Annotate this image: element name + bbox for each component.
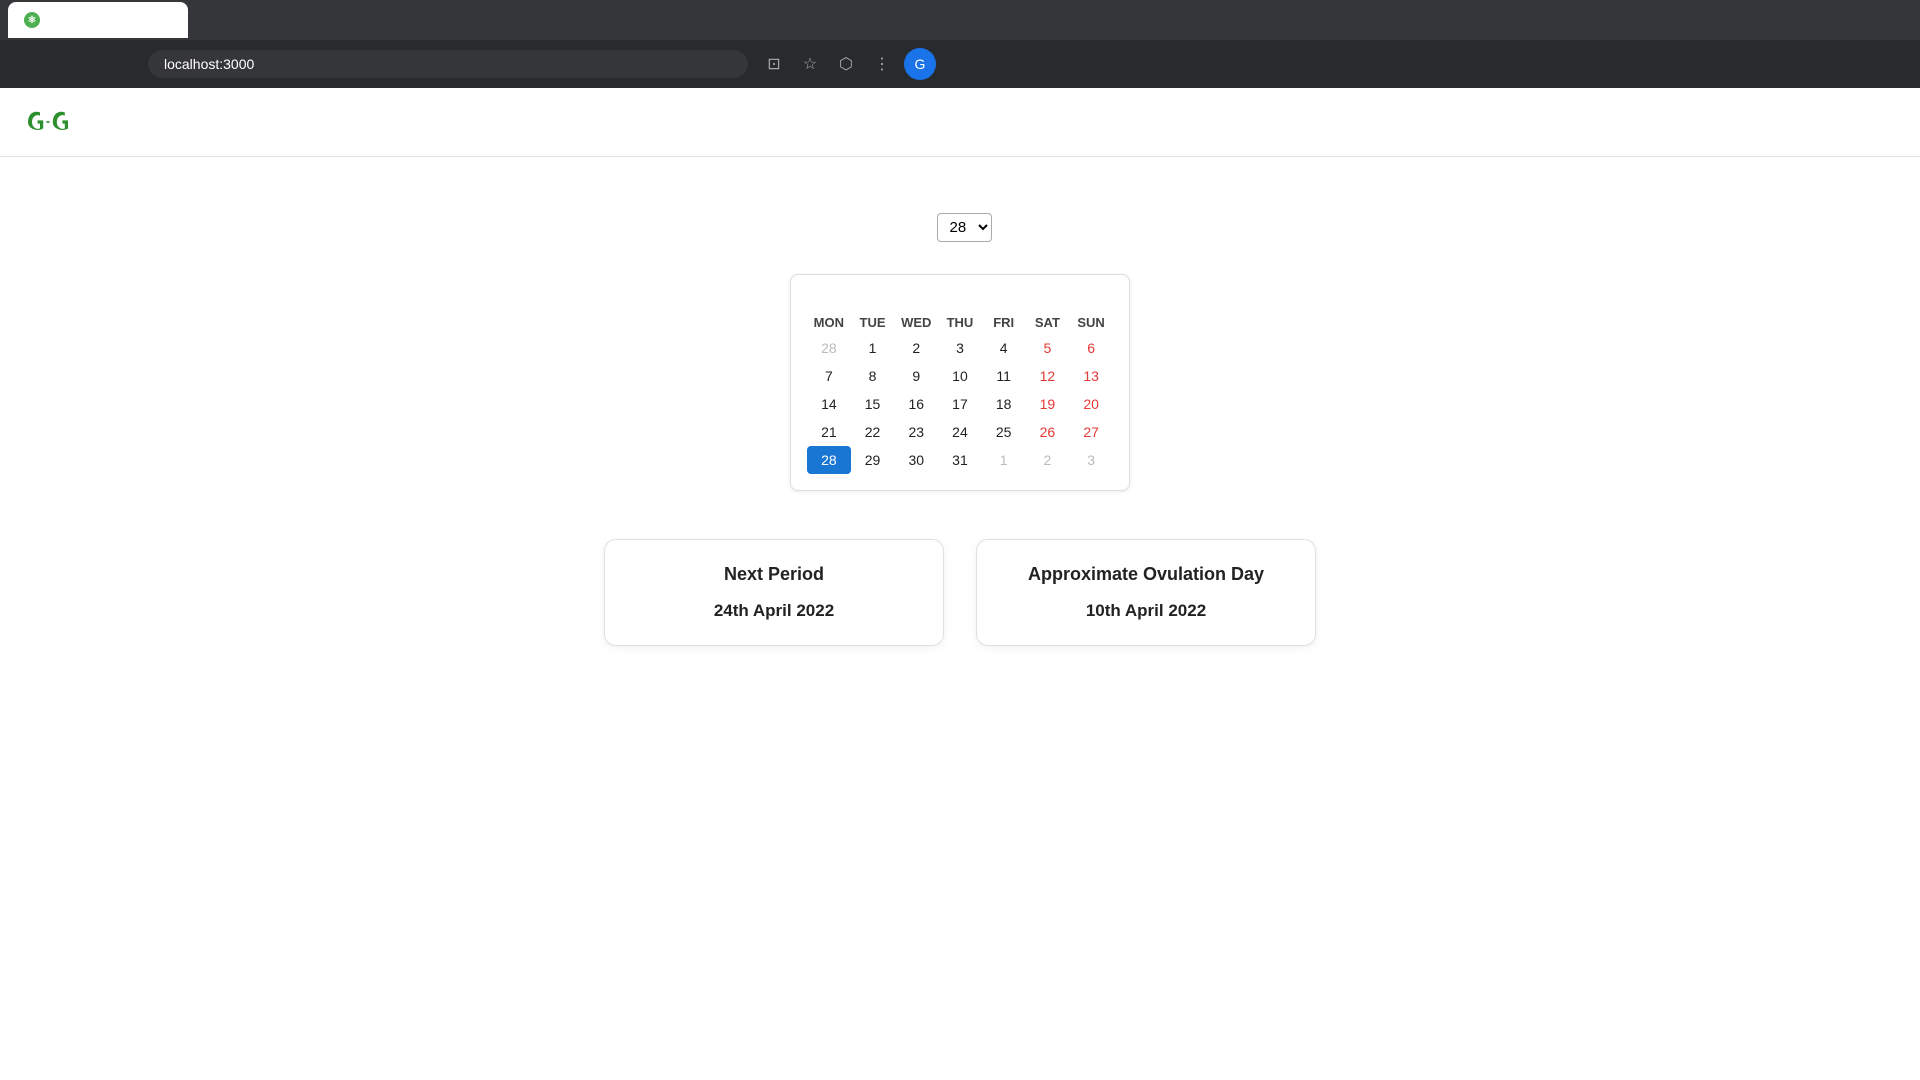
calendar-day-0-0: 28 [807, 334, 851, 362]
extensions-icon[interactable]: ⬡ [832, 50, 860, 78]
weekday-tue: TUE [851, 311, 895, 334]
weekday-header-row: MON TUE WED THU FRI SAT SUN [807, 311, 1113, 334]
calendar-row-1: 78910111213 [807, 362, 1113, 390]
calendar-day-1-1[interactable]: 8 [851, 362, 895, 390]
calendar-day-3-6[interactable]: 27 [1069, 418, 1113, 446]
calendar-day-3-1[interactable]: 22 [851, 418, 895, 446]
app-header [0, 88, 1920, 157]
bookmark-icon[interactable]: ☆ [796, 50, 824, 78]
address-bar: ⊡ ☆ ⬡ ⋮ G [0, 40, 1920, 88]
next-period-label: Next Period [653, 564, 895, 585]
calendar-day-4-2[interactable]: 30 [894, 446, 938, 474]
calendar-day-1-6[interactable]: 13 [1069, 362, 1113, 390]
tab-close-button[interactable] [154, 11, 172, 29]
calendar-day-2-0[interactable]: 14 [807, 390, 851, 418]
calendar-day-3-0[interactable]: 21 [807, 418, 851, 446]
url-input[interactable] [148, 50, 748, 78]
next-month-button[interactable] [1025, 291, 1037, 295]
weekday-fri: FRI [982, 311, 1026, 334]
tab-favicon: ⚛ [24, 12, 40, 28]
calendar-day-1-3[interactable]: 10 [938, 362, 982, 390]
gfg-logo-svg [24, 104, 72, 140]
active-tab[interactable]: ⚛ [8, 2, 188, 38]
calendar-day-3-4[interactable]: 25 [982, 418, 1026, 446]
calendar-row-3: 21222324252627 [807, 418, 1113, 446]
cycle-length-select[interactable]: 21 22 23 24 25 26 27 28 29 30 31 32 33 3… [937, 213, 992, 242]
calendar-day-0-5[interactable]: 5 [1026, 334, 1070, 362]
prev-year-button[interactable] [807, 291, 819, 295]
browser-menu-icon[interactable]: ⋮ [868, 50, 896, 78]
weekday-sun: SUN [1069, 311, 1113, 334]
calendar-day-3-5[interactable]: 26 [1026, 418, 1070, 446]
tab-bar: ⚛ [0, 0, 1920, 40]
calendar-day-1-2[interactable]: 9 [894, 362, 938, 390]
address-icons: ⊡ ☆ ⬡ ⋮ G [760, 48, 936, 80]
calendar-day-2-4[interactable]: 18 [982, 390, 1026, 418]
calendar-day-3-2[interactable]: 23 [894, 418, 938, 446]
forward-button[interactable] [60, 48, 92, 80]
calendar-row-0: 28123456 [807, 334, 1113, 362]
ovulation-day-card: Approximate Ovulation Day 10th April 202… [976, 539, 1316, 646]
browser-window: ⚛ ⊡ ☆ ⬡ ⋮ G [0, 0, 1920, 1080]
calendar-day-4-6: 3 [1069, 446, 1113, 474]
prev-month-button[interactable] [884, 291, 896, 295]
calendar-day-2-1[interactable]: 15 [851, 390, 895, 418]
calendar-day-1-5[interactable]: 12 [1026, 362, 1070, 390]
calendar-body: 2812345678910111213141516171819202122232… [807, 334, 1113, 474]
weekday-wed: WED [894, 311, 938, 334]
back-button[interactable] [16, 48, 48, 80]
calendar-row-2: 14151617181920 [807, 390, 1113, 418]
calendar-day-1-0[interactable]: 7 [807, 362, 851, 390]
next-year-button[interactable] [1101, 291, 1113, 295]
calendar-day-3-3[interactable]: 24 [938, 418, 982, 446]
profile-icon[interactable]: G [904, 48, 936, 80]
cast-icon[interactable]: ⊡ [760, 50, 788, 78]
main-content: 21 22 23 24 25 26 27 28 29 30 31 32 33 3… [0, 157, 1920, 646]
calendar-container: MON TUE WED THU FRI SAT SUN 281234567891… [790, 274, 1130, 491]
cycle-selector: 21 22 23 24 25 26 27 28 29 30 31 32 33 3… [929, 213, 992, 242]
calendar-row-4: 28293031123 [807, 446, 1113, 474]
calendar-day-0-2[interactable]: 2 [894, 334, 938, 362]
calendar-day-4-0[interactable]: 28 [807, 446, 851, 474]
calendar-day-0-1[interactable]: 1 [851, 334, 895, 362]
weekday-mon: MON [807, 311, 851, 334]
ovulation-value: 10th April 2022 [1025, 601, 1267, 621]
calendar-day-0-4[interactable]: 4 [982, 334, 1026, 362]
calendar-day-2-2[interactable]: 16 [894, 390, 938, 418]
weekday-sat: SAT [1026, 311, 1070, 334]
reload-button[interactable] [104, 48, 136, 80]
calendar-day-0-6[interactable]: 6 [1069, 334, 1113, 362]
calendar-day-1-4[interactable]: 11 [982, 362, 1026, 390]
calendar-grid: MON TUE WED THU FRI SAT SUN 281234567891… [807, 311, 1113, 474]
calendar-day-0-3[interactable]: 3 [938, 334, 982, 362]
ovulation-label: Approximate Ovulation Day [1025, 564, 1267, 585]
calendar-header [807, 291, 1113, 295]
weekday-thu: THU [938, 311, 982, 334]
logo [24, 104, 84, 140]
calendar-day-4-1[interactable]: 29 [851, 446, 895, 474]
calendar-day-2-6[interactable]: 20 [1069, 390, 1113, 418]
page-content: 21 22 23 24 25 26 27 28 29 30 31 32 33 3… [0, 88, 1920, 1080]
calendar-day-2-5[interactable]: 19 [1026, 390, 1070, 418]
calendar-day-4-4: 1 [982, 446, 1026, 474]
next-period-value: 24th April 2022 [653, 601, 895, 621]
calendar-day-4-5: 2 [1026, 446, 1070, 474]
calendar-day-4-3[interactable]: 31 [938, 446, 982, 474]
results-section: Next Period 24th April 2022 Approximate … [604, 539, 1316, 646]
calendar-day-2-3[interactable]: 17 [938, 390, 982, 418]
next-period-card: Next Period 24th April 2022 [604, 539, 944, 646]
